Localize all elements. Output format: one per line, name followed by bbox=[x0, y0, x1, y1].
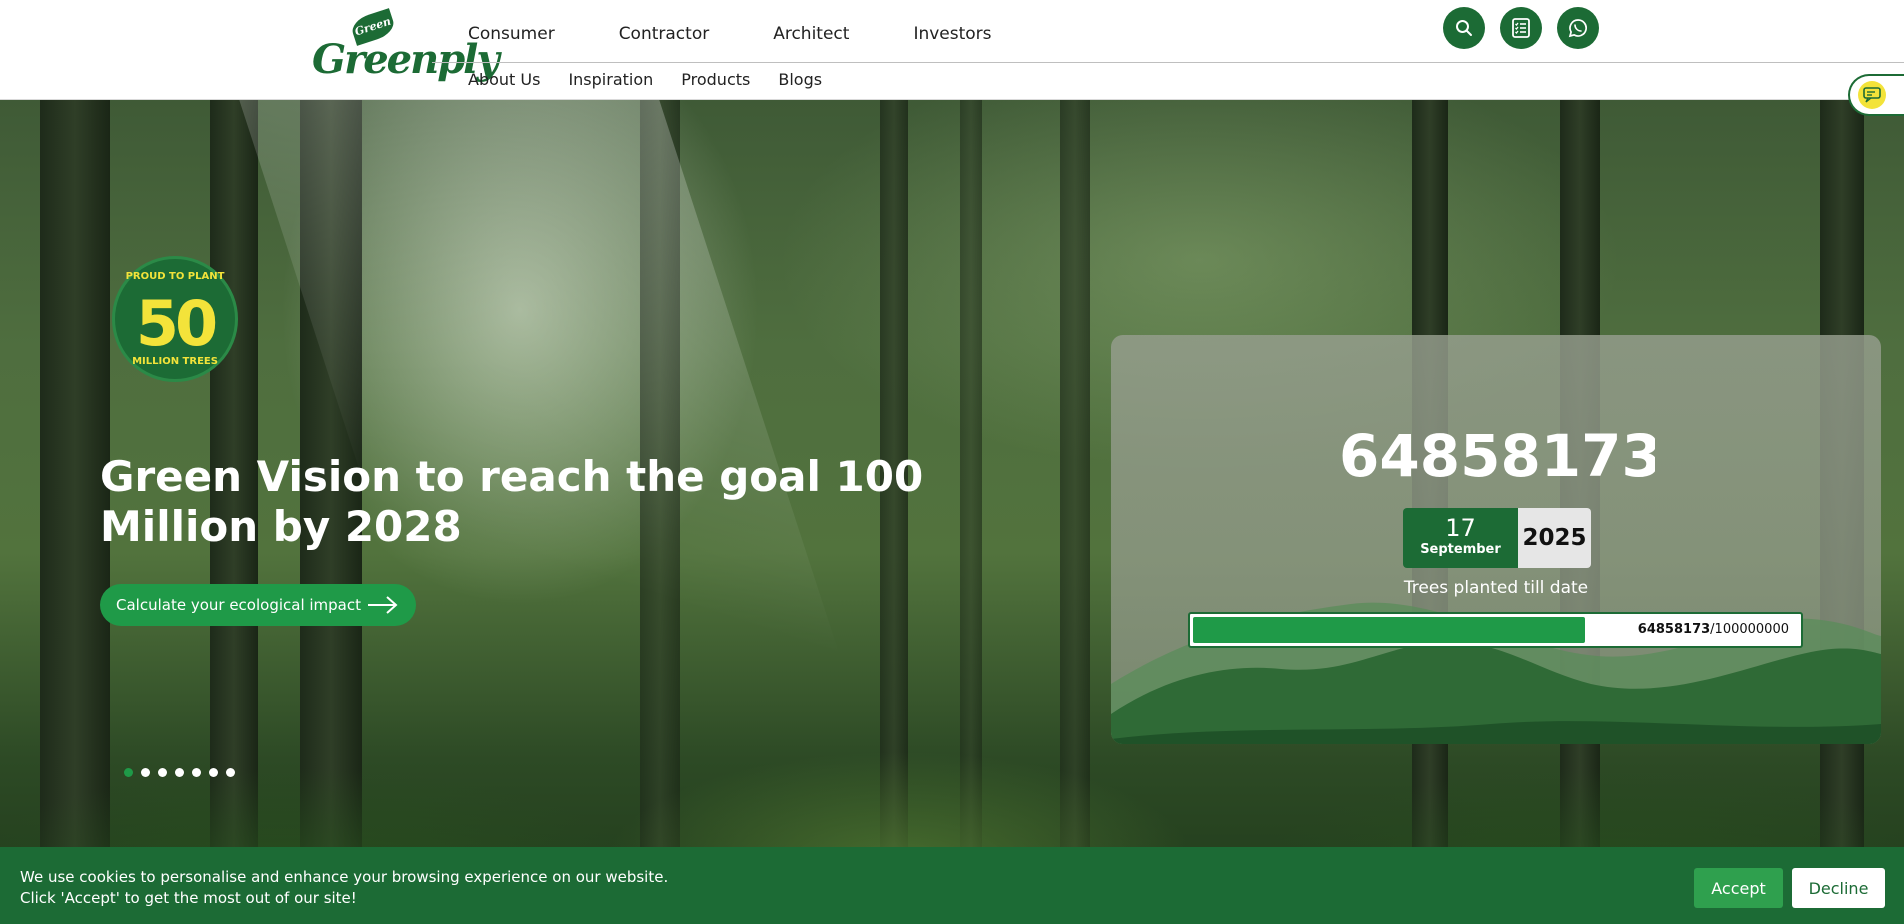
search-button[interactable] bbox=[1443, 7, 1485, 49]
slider-dot[interactable] bbox=[226, 768, 235, 777]
odometer-digit: 4 bbox=[1379, 427, 1420, 489]
checklist-icon bbox=[1512, 18, 1530, 38]
slider-dot[interactable] bbox=[158, 768, 167, 777]
odometer-digit: 6 bbox=[1339, 427, 1380, 489]
header-icon-group bbox=[1443, 7, 1599, 49]
date-display: 17 September 2025 bbox=[1403, 508, 1591, 568]
accept-cookies-button[interactable]: Accept bbox=[1694, 868, 1783, 908]
odometer-digit: 8 bbox=[1500, 427, 1541, 489]
trees-counter-card: 64858173 17 September 2025 Trees planted… bbox=[1111, 335, 1881, 744]
whatsapp-icon bbox=[1568, 19, 1587, 38]
site-header: Green Greenply Consumer Contractor Archi… bbox=[0, 0, 1904, 100]
slider-dot[interactable] bbox=[141, 768, 150, 777]
trees-progress-bar: 64858173/100000000 bbox=[1188, 612, 1803, 648]
slider-dot[interactable] bbox=[175, 768, 184, 777]
slider-dot[interactable] bbox=[192, 768, 201, 777]
checklist-button[interactable] bbox=[1500, 7, 1542, 49]
hero-banner: PROUD TO PLANT 50 MILLION TREES Green Vi… bbox=[0, 100, 1904, 924]
hills-illustration bbox=[1111, 602, 1881, 744]
progress-fill bbox=[1193, 617, 1585, 643]
hero-title: Green Vision to reach the goal 100 Milli… bbox=[100, 452, 924, 551]
odometer-digit: 8 bbox=[1419, 427, 1461, 489]
nav-products[interactable]: Products bbox=[681, 70, 750, 89]
cookie-message-line1: We use cookies to personalise and enhanc… bbox=[20, 868, 669, 886]
slider-dot[interactable] bbox=[124, 768, 133, 777]
sub-nav: About Us Inspiration Products Blogs bbox=[468, 70, 850, 89]
slider-dots bbox=[124, 768, 235, 777]
chat-widget-badge bbox=[1858, 81, 1886, 109]
nav-blogs[interactable]: Blogs bbox=[778, 70, 822, 89]
nav-inspiration[interactable]: Inspiration bbox=[568, 70, 653, 89]
chat-icon bbox=[1863, 87, 1881, 103]
cookie-consent-bar: We use cookies to personalise and enhanc… bbox=[0, 847, 1904, 924]
greenply-logo[interactable]: Green Greenply bbox=[312, 8, 500, 86]
cookie-message-line2: Click 'Accept' to get the most out of ou… bbox=[20, 889, 357, 907]
tree-count-odometer: 64858173 bbox=[1339, 427, 1655, 489]
date-month: September bbox=[1420, 542, 1501, 557]
date-year: 2025 bbox=[1518, 508, 1591, 568]
odometer-digit: 5 bbox=[1460, 427, 1501, 489]
badge-top-text: PROUD TO PLANT bbox=[125, 271, 225, 282]
trees-planted-label: Trees planted till date bbox=[1403, 578, 1589, 598]
odometer-digit: 7 bbox=[1581, 427, 1622, 489]
badge-bottom-text: MILLION TREES bbox=[132, 356, 218, 367]
date-day-month: 17 September bbox=[1403, 508, 1518, 568]
chat-widget-button[interactable] bbox=[1848, 74, 1904, 116]
whatsapp-button[interactable] bbox=[1557, 7, 1599, 49]
calculate-impact-button[interactable]: Calculate your ecological impact bbox=[100, 584, 416, 626]
progress-text: 64858173/100000000 bbox=[1638, 622, 1789, 637]
goal-count: /100000000 bbox=[1710, 622, 1789, 637]
nav-architect[interactable]: Architect bbox=[773, 24, 849, 44]
cta-label: Calculate your ecological impact bbox=[116, 596, 362, 614]
header-divider bbox=[432, 62, 1904, 63]
cookie-message: We use cookies to personalise and enhanc… bbox=[20, 867, 668, 909]
nav-contractor[interactable]: Contractor bbox=[619, 24, 710, 44]
fifty-million-trees-badge: PROUD TO PLANT 50 MILLION TREES bbox=[112, 256, 238, 382]
nav-consumer[interactable]: Consumer bbox=[468, 24, 555, 44]
nav-about-us[interactable]: About Us bbox=[468, 70, 540, 89]
main-nav: Consumer Contractor Architect Investors bbox=[468, 24, 1056, 44]
date-day: 17 bbox=[1445, 514, 1476, 542]
odometer-digit: 1 bbox=[1540, 427, 1582, 489]
search-icon bbox=[1456, 20, 1472, 36]
arrow-right-icon bbox=[368, 596, 398, 614]
badge-number: 50 bbox=[135, 287, 218, 360]
slider-dot[interactable] bbox=[209, 768, 218, 777]
planted-count: 64858173 bbox=[1637, 622, 1711, 637]
decline-cookies-button[interactable]: Decline bbox=[1792, 868, 1885, 908]
nav-investors[interactable]: Investors bbox=[913, 24, 991, 44]
odometer-digit: 3 bbox=[1621, 427, 1655, 489]
